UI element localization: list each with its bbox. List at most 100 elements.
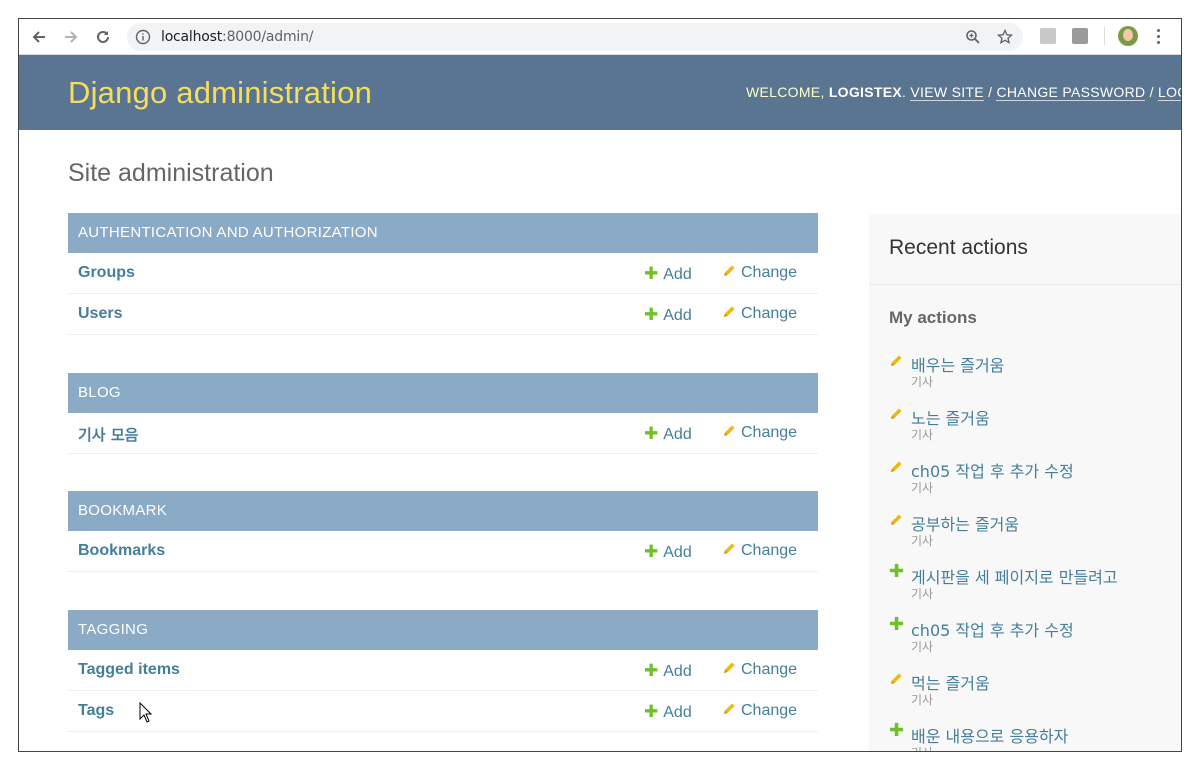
back-button[interactable] [27,25,51,49]
model-link[interactable]: Tagged items [78,661,180,679]
model-row-posts: 기사 모음 ✚ Add Change [68,413,818,454]
url-text[interactable]: localhost:8000/admin/ [161,29,313,45]
change-password-link[interactable]: CHANGE PASSWORD [996,84,1146,101]
model-link[interactable]: Tags [78,702,114,720]
change-link[interactable]: Change [722,702,797,720]
view-site-link[interactable]: VIEW SITE [910,84,984,101]
plus-icon: ✚ [889,561,905,581]
site-branding[interactable]: Django administration [68,75,372,111]
change-link[interactable]: Change [722,542,797,560]
recent-action-type: 기사 [911,640,934,654]
model-row-bookmarks: Bookmarks ✚ Add Change [68,531,818,572]
change-label: Change [741,661,798,678]
app-module-tagging: TAGGING Tagged items ✚ Add Change Tags ✚ A… [68,610,818,732]
recent-action-link[interactable]: ch05 작업 후 추가 수정 [911,458,1074,482]
separator: / [1145,84,1158,100]
my-actions-heading: My actions [889,308,977,327]
add-link[interactable]: ✚ Add [644,702,692,722]
user-tools: WELCOME, LOGISTEX. VIEW SITE / CHANGE PA… [746,84,1181,101]
pencil-icon [724,265,735,276]
pencil-icon [724,662,735,673]
change-link[interactable]: Change [722,424,797,442]
info-icon[interactable] [135,29,151,45]
recent-action-type: 기사 [911,693,934,707]
recent-actions-panel: Recent actions My actions 배우는 즐거움 기사 노는 … [869,214,1181,751]
plus-icon: ✚ [644,264,659,283]
arrow-right-icon [65,31,78,43]
recent-action-type: 기사 [911,375,934,389]
pencil-icon [891,355,902,366]
recent-action-type: 기사 [911,481,934,495]
model-row-tagged-items: Tagged items ✚ Add Change [68,650,818,691]
add-link[interactable]: ✚ Add [644,424,692,444]
add-label: Add [663,544,692,561]
recent-action-type: 기사 [911,744,933,751]
reload-icon [97,30,109,43]
recent-action-link[interactable]: 게시판을 세 페이지로 만들려고 [911,564,1118,588]
pencil-icon [891,673,902,684]
pencil-icon [891,514,902,525]
add-link[interactable]: ✚ Add [644,542,692,562]
model-row-users: Users ✚ Add Change [68,294,818,335]
change-label: Change [741,542,798,559]
pencil-icon [724,543,735,554]
change-link[interactable]: Change [722,305,797,323]
admin-header: Django administration WELCOME, LOGISTEX.… [19,55,1181,130]
star-icon[interactable] [997,29,1013,45]
change-label: Change [741,424,798,441]
extension-icon[interactable] [1040,28,1056,44]
add-label: Add [663,266,692,283]
log-out-link[interactable]: LOG OUT [1158,84,1181,101]
separator: / [983,84,997,100]
model-link[interactable]: Bookmarks [78,542,165,560]
model-row-groups: Groups ✚ Add Change [68,253,818,294]
plus-icon: ✚ [644,424,659,443]
add-label: Add [663,704,692,721]
model-link[interactable]: 기사 모음 [78,424,138,445]
model-link[interactable]: Users [78,305,122,323]
add-link[interactable]: ✚ Add [644,661,692,681]
pencil-icon [891,408,902,419]
zoom-icon[interactable] [965,29,981,45]
forward-button[interactable] [59,25,83,49]
recent-action-link[interactable]: 배운 내용으로 응용하자 [911,723,1068,747]
module-caption[interactable]: TAGGING [68,610,818,650]
pencil-icon [724,703,735,714]
plus-icon: ✚ [889,720,905,740]
module-caption[interactable]: AUTHENTICATION AND AUTHORIZATION [68,213,818,253]
arrow-left-icon [32,31,45,43]
change-link[interactable]: Change [722,661,797,679]
extension-icon-2[interactable] [1072,28,1088,44]
toolbar-divider [1104,27,1105,45]
app-module-auth: AUTHENTICATION AND AUTHORIZATION Groups … [68,213,818,335]
url-host: localhost [161,29,223,45]
recent-action-type: 기사 [911,534,934,548]
module-caption[interactable]: BLOG [68,373,818,413]
change-label: Change [741,264,798,281]
profile-avatar[interactable] [1118,26,1138,46]
module-caption[interactable]: BOOKMARK [68,491,818,531]
menu-icon[interactable] [1150,27,1166,47]
pencil-icon [891,461,902,472]
model-row-tags: Tags ✚ Add Change [68,691,818,732]
change-link[interactable]: Change [722,264,797,282]
pencil-icon [724,306,735,317]
reload-button[interactable] [91,25,115,49]
address-bar[interactable]: localhost:8000/admin/ [127,23,1023,51]
recent-action-link[interactable]: ch05 작업 후 추가 수정 [911,617,1074,641]
plus-icon: ✚ [889,614,905,634]
username: LOGISTEX [828,84,903,100]
add-link[interactable]: ✚ Add [644,305,692,325]
add-link[interactable]: ✚ Add [644,264,692,284]
browser-toolbar: localhost:8000/admin/ [19,19,1181,55]
welcome-text: WELCOME, [746,84,829,100]
page-title: Site administration [68,159,274,187]
browser-window: localhost:8000/admin/ Django administrat… [18,18,1182,752]
divider [869,284,1181,285]
model-link[interactable]: Groups [78,264,135,282]
add-label: Add [663,426,692,443]
add-label: Add [663,307,692,324]
mouse-cursor-icon [139,702,153,723]
change-label: Change [741,305,798,322]
pencil-icon [724,425,735,436]
